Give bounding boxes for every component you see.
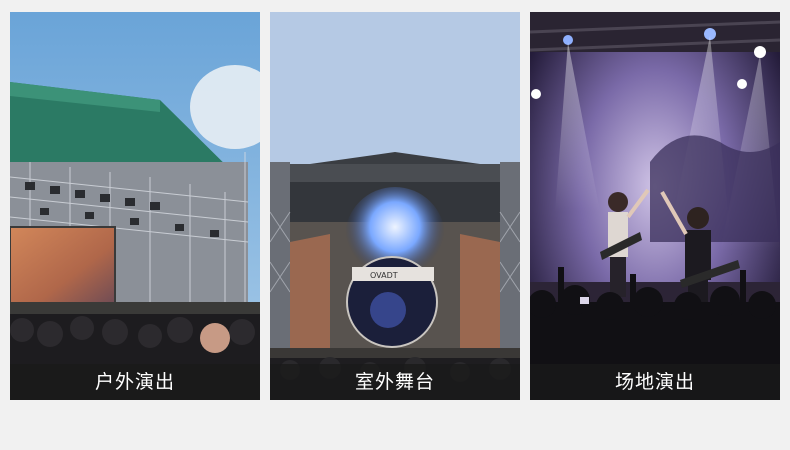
card-outdoor-stage[interactable]: OVADT 室外舞台 <box>270 12 520 400</box>
card-caption: 户外演出 <box>10 364 260 400</box>
card-caption: 室外舞台 <box>270 364 520 400</box>
indoor-concert-photo <box>530 12 780 400</box>
card-caption: 场地演出 <box>530 364 780 400</box>
gallery-grid: 户外演出 OVADT 室外舞台 场地演出 <box>10 12 780 400</box>
stage-screen-text: OVADT <box>370 271 398 280</box>
outdoor-stage-photo: OVADT <box>270 12 520 400</box>
card-venue-performance[interactable]: 场地演出 <box>530 12 780 400</box>
outdoor-concert-photo <box>10 12 260 400</box>
card-outdoor-performance[interactable]: 户外演出 <box>10 12 260 400</box>
